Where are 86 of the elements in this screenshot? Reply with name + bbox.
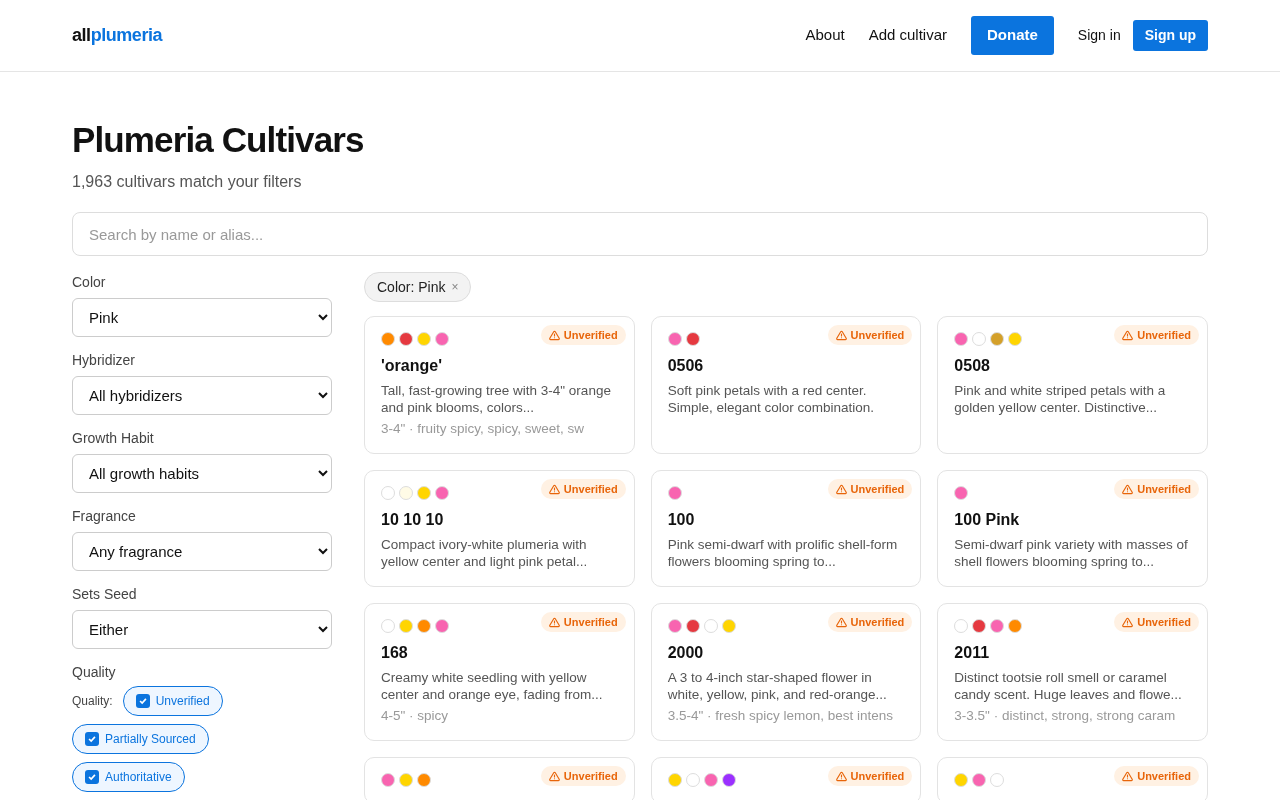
status-badge: Unverified xyxy=(1114,325,1199,345)
cultivar-card[interactable]: Unverified 0508 Pink and white striped petals with a golden yellow center. Distinctive... xyxy=(937,316,1208,454)
cultivar-name: 0506 xyxy=(667,357,705,375)
cultivar-description: Pink semi-dwarf with prolific shell-form flowers blooming spring to... xyxy=(667,536,899,570)
filter-select[interactable]: Pink xyxy=(72,298,332,337)
cultivar-name: 2011 xyxy=(954,644,991,662)
cultivar-name: 10 10 10 xyxy=(381,511,445,529)
status-badge: Unverified xyxy=(827,612,913,632)
page-title: Plumeria Cultivars xyxy=(72,120,365,160)
cultivar-description: Compact ivory-white plumeria with yellow center and light pink petal... xyxy=(381,536,589,570)
cultivar-meta: 3-4" · fruity spicy, spicy, sweet, sw xyxy=(381,420,586,437)
checkbox[interactable] xyxy=(135,694,150,708)
warning-icon xyxy=(1122,329,1134,341)
warning-icon xyxy=(548,483,560,495)
filter-label: Growth Habit xyxy=(72,429,155,448)
check-icon xyxy=(137,696,148,706)
cultivar-description: Distinct tootsie roll smell or caramel candy scent. Huge leaves and flowe... xyxy=(954,669,1183,703)
filter-select[interactable]: Either xyxy=(72,610,332,649)
quality-chip[interactable]: Authoritative xyxy=(72,762,185,792)
status-badge: Unverified xyxy=(827,766,913,786)
cultivar-card[interactable]: Unverified 2000 A 3 to 4-inch star-shaped flower in white, yellow, pink, and red-orange... 3.5-4" · fresh spicy lemon, best intens xyxy=(650,603,922,741)
cultivar-meta: 4-5" · spicy xyxy=(381,707,450,724)
status-badge: Unverified xyxy=(540,766,626,786)
warning-icon xyxy=(835,329,847,341)
cultivar-card[interactable]: Unverified 100 Pink semi-dwarf with prolific shell-form flowers blooming spring to... xyxy=(650,470,922,587)
cultivar-name: 100 Pink xyxy=(954,511,1021,529)
filter-chip[interactable]: Color: Pink × xyxy=(364,272,472,302)
filter-label: Quality xyxy=(72,663,117,682)
filter-label: Sets Seed xyxy=(72,585,138,604)
cultivar-name: 0508 xyxy=(954,357,991,375)
filter-select[interactable]: Any fragrance xyxy=(72,532,332,571)
filter-select[interactable]: All hybridizers xyxy=(72,376,332,415)
cultivar-card[interactable]: Unverified 0506 Soft pink petals with a red center. Simple, elegant color combination. xyxy=(650,316,922,454)
filter-label: Color xyxy=(72,273,107,292)
warning-icon xyxy=(835,483,847,495)
cultivar-name: 2000 xyxy=(667,644,705,662)
donate-button[interactable]: Donate xyxy=(971,16,1054,55)
cultivar-card[interactable]: Unverified 10 10 10 Compact ivory-white plumeria with yellow center and light pink petal... xyxy=(364,470,635,587)
search-field[interactable]: Search by name or alias... xyxy=(72,212,1208,256)
result-count: 1,963 cultivars match your filters xyxy=(72,172,303,192)
cultivar-name: 'orange' xyxy=(381,357,443,375)
logo[interactable]: allplumeria xyxy=(72,22,163,49)
cultivar-description: Pink and white striped petals with a golden yellow center. Distinctive... xyxy=(954,382,1167,416)
quality-chip[interactable]: Partially Sourced xyxy=(72,724,209,754)
warning-icon xyxy=(548,770,560,782)
cultivar-name: 168 xyxy=(381,644,409,662)
status-badge: Unverified xyxy=(1114,479,1199,499)
nav-link[interactable]: About xyxy=(805,24,845,47)
warning-icon xyxy=(1122,483,1134,495)
warning-icon xyxy=(835,616,847,628)
quality-label: Quality: xyxy=(72,693,113,710)
check-icon xyxy=(87,772,97,782)
check-icon xyxy=(87,734,97,744)
status-badge: Unverified xyxy=(827,325,913,345)
sign-in-link[interactable]: Sign in xyxy=(1077,25,1121,46)
status-badge: Unverified xyxy=(540,612,626,632)
warning-icon xyxy=(1122,770,1134,782)
checkbox[interactable] xyxy=(85,732,99,746)
cultivar-description: A 3 to 4-inch star-shaped flower in white, yellow, pink, and red-orange... xyxy=(667,669,888,703)
sign-up-button[interactable]: Sign up xyxy=(1132,20,1208,51)
status-badge: Unverified xyxy=(827,479,913,499)
cultivar-description: Tall, fast-growing tree with 3-4" orange and pink blooms, colors... xyxy=(381,382,612,416)
cultivar-card[interactable]: Unverified 100 Pink Semi-dwarf pink variety with masses of shell flowers blooming spring to... xyxy=(937,470,1208,587)
status-badge: Unverified xyxy=(1114,612,1199,632)
cultivar-card[interactable]: Unverified 2011 Distinct tootsie roll smell or caramel candy scent. Huge leaves and flowe... 3-3.5" · distinct, strong, strong caram xyxy=(937,603,1208,741)
filter-label: Hybridizer xyxy=(72,351,136,370)
status-badge: Unverified xyxy=(1114,766,1199,786)
status-badge: Unverified xyxy=(540,479,626,499)
warning-icon xyxy=(835,770,847,782)
cultivar-description: Soft pink petals with a red center. Simple, elegant color combination. xyxy=(667,382,876,416)
cultivar-meta: 3.5-4" · fresh spicy lemon, best intens xyxy=(667,707,895,724)
warning-icon xyxy=(548,616,560,628)
cultivar-name: 100 xyxy=(667,511,696,529)
cultivar-card[interactable]: Unverified 'orange' Tall, fast-growing tree with 3-4" orange and pink blooms, colors... 3-4" · fruity spicy, spicy, sweet, sw xyxy=(364,316,635,454)
quality-chip[interactable]: Unverified xyxy=(122,686,223,716)
checkbox[interactable] xyxy=(85,770,99,784)
nav-link[interactable]: Add cultivar xyxy=(868,24,947,47)
warning-icon xyxy=(1122,616,1134,628)
cultivar-meta: 3-3.5" · distinct, strong, strong caram xyxy=(954,707,1177,724)
cultivar-card[interactable]: Unverified 168 Creamy white seedling with yellow center and orange eye, fading from... 4-5" · spicy xyxy=(364,603,635,741)
cultivar-description: Creamy white seedling with yellow center and orange eye, fading from... xyxy=(381,669,604,703)
warning-icon xyxy=(548,329,560,341)
status-badge: Unverified xyxy=(540,325,626,345)
filter-label: Fragrance xyxy=(72,507,137,526)
cultivar-description: Semi-dwarf pink variety with masses of shell flowers blooming spring to... xyxy=(954,536,1189,570)
filter-select[interactable]: All growth habits xyxy=(72,454,332,493)
